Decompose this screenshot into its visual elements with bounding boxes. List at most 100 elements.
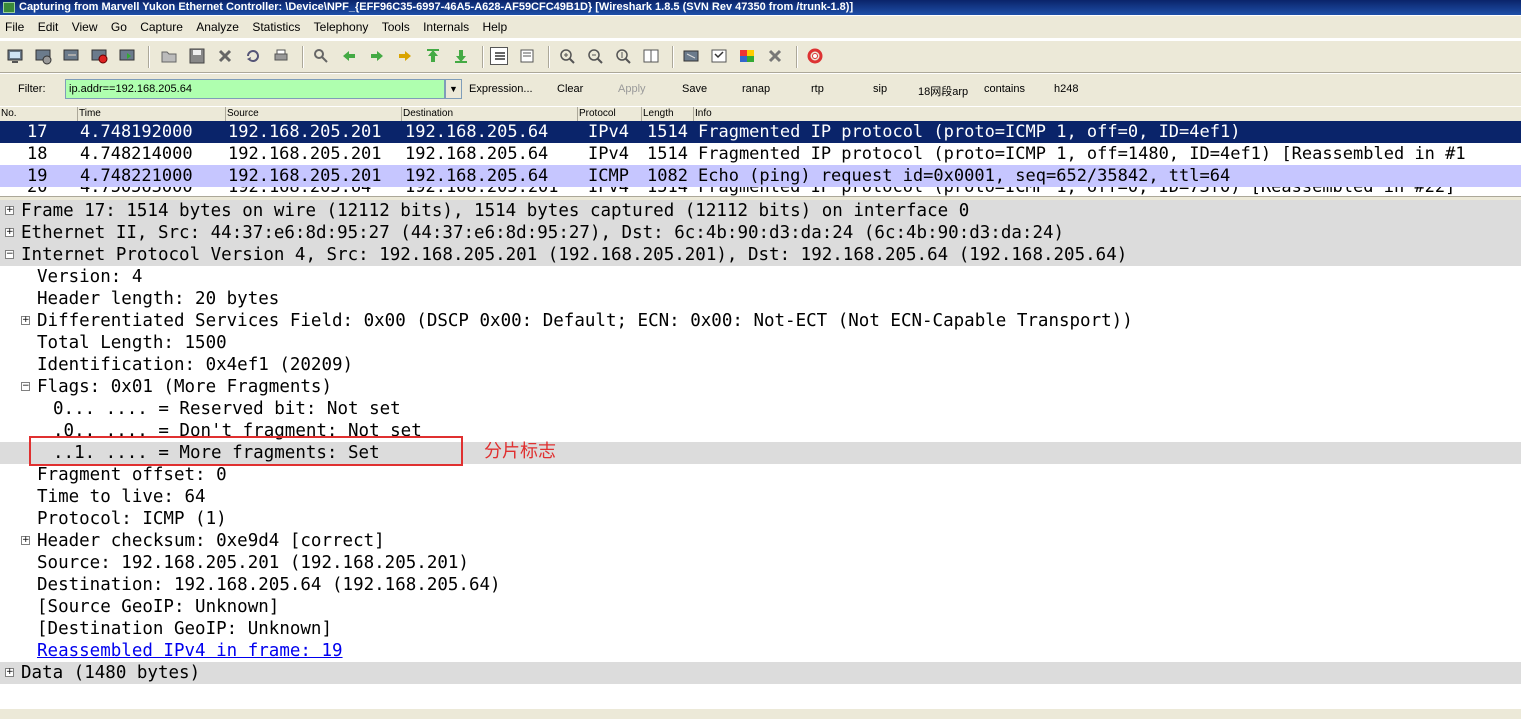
menu-go[interactable]: Go xyxy=(106,16,132,38)
detail-line[interactable]: + Data (1480 bytes) xyxy=(0,662,1521,684)
column-header-source[interactable]: Source xyxy=(225,107,259,121)
capture-filters-icon[interactable] xyxy=(682,47,700,65)
preferences-icon[interactable] xyxy=(766,47,784,65)
detail-text: [Destination GeoIP: Unknown] xyxy=(37,619,333,639)
reassembled-frame-link[interactable]: Reassembled IPv4 in frame: 19 xyxy=(37,640,343,662)
zoom-in-icon[interactable] xyxy=(558,47,576,65)
detail-text: Header checksum: 0xe9d4 [correct] xyxy=(37,531,385,551)
resize-columns-icon[interactable] xyxy=(642,47,660,65)
detail-line[interactable]: + Header checksum: 0xe9d4 [correct] xyxy=(0,530,1521,552)
detail-line[interactable]: + Differentiated Services Field: 0x00 (DS… xyxy=(0,310,1521,332)
detail-line[interactable]: 0... .... = Reserved bit: Not set xyxy=(0,398,1521,420)
go-to-packet-icon[interactable] xyxy=(396,47,414,65)
find-packet-icon[interactable] xyxy=(312,47,330,65)
zoom-out-icon[interactable] xyxy=(586,47,604,65)
menu-edit[interactable]: Edit xyxy=(33,16,64,38)
packet-row[interactable]: 19 4.748221000 192.168.205.201 192.168.2… xyxy=(0,165,1521,187)
go-back-icon[interactable] xyxy=(340,47,358,65)
detail-line[interactable]: [Destination GeoIP: Unknown] xyxy=(0,618,1521,640)
packet-row[interactable]: 18 4.748214000 192.168.205.201 192.168.2… xyxy=(0,143,1521,165)
expand-icon[interactable]: + xyxy=(21,536,30,545)
filter-button-contains[interactable]: contains xyxy=(984,83,1025,95)
menu-file[interactable]: File xyxy=(0,16,29,38)
collapse-icon[interactable]: − xyxy=(21,382,30,391)
toolbar-separator xyxy=(302,46,304,68)
column-header-info[interactable]: Info xyxy=(693,107,712,121)
open-file-icon[interactable] xyxy=(160,47,178,65)
apply-button[interactable]: Apply xyxy=(618,83,646,95)
detail-line[interactable]: Identification: 0x4ef1 (20209) xyxy=(0,354,1521,376)
detail-line[interactable]: − Internet Protocol Version 4, Src: 192.1… xyxy=(0,244,1521,266)
menu-view[interactable]: View xyxy=(67,16,103,38)
detail-line[interactable]: Fragment offset: 0 xyxy=(0,464,1521,486)
start-capture-icon[interactable] xyxy=(62,47,80,65)
cell-info: Fragmented IP protocol (proto=ICMP 1, of… xyxy=(698,144,1466,164)
auto-scroll-icon[interactable] xyxy=(518,47,536,65)
menu-capture[interactable]: Capture xyxy=(135,16,188,38)
collapse-icon[interactable]: − xyxy=(5,250,14,259)
menu-telephony[interactable]: Telephony xyxy=(309,16,374,38)
detail-line[interactable]: − Flags: 0x01 (More Fragments) xyxy=(0,376,1521,398)
detail-line[interactable]: Time to live: 64 xyxy=(0,486,1521,508)
restart-capture-icon[interactable] xyxy=(118,47,136,65)
display-filter-input[interactable]: ip.addr==192.168.205.64 xyxy=(65,79,445,99)
filter-button-ranap[interactable]: ranap xyxy=(742,83,770,95)
reload-icon[interactable] xyxy=(244,47,262,65)
print-icon[interactable] xyxy=(272,47,290,65)
stop-capture-icon[interactable] xyxy=(90,47,108,65)
expand-icon[interactable]: + xyxy=(21,316,30,325)
detail-line[interactable]: Total Length: 1500 xyxy=(0,332,1521,354)
detail-text: Data (1480 bytes) xyxy=(21,663,201,683)
column-header-time[interactable]: Time xyxy=(77,107,101,121)
detail-text: Protocol: ICMP (1) xyxy=(37,509,227,529)
menu-statistics[interactable]: Statistics xyxy=(247,16,305,38)
go-forward-icon[interactable] xyxy=(368,47,386,65)
detail-line[interactable]: Header length: 20 bytes xyxy=(0,288,1521,310)
clear-button[interactable]: Clear xyxy=(557,83,583,95)
filter-button-18-arp[interactable]: 18网段arp xyxy=(918,83,968,99)
packet-row[interactable]: 17 4.748192000 192.168.205.201 192.168.2… xyxy=(0,121,1521,143)
detail-line[interactable]: Protocol: ICMP (1) xyxy=(0,508,1521,530)
help-icon[interactable] xyxy=(806,47,824,65)
column-header-no[interactable]: No. xyxy=(0,107,17,121)
filter-history-dropdown[interactable]: ▼ xyxy=(445,79,462,99)
expression-button[interactable]: Expression... xyxy=(469,83,533,95)
detail-text: Ethernet II, Src: 44:37:e6:8d:95:27 (44:… xyxy=(21,223,1065,243)
save-file-icon[interactable] xyxy=(188,47,206,65)
detail-line[interactable]: Destination: 192.168.205.64 (192.168.205… xyxy=(0,574,1521,596)
column-header-destination[interactable]: Destination xyxy=(401,107,453,121)
expand-icon[interactable]: + xyxy=(5,206,14,215)
display-filters-icon[interactable] xyxy=(710,47,728,65)
menu-tools[interactable]: Tools xyxy=(377,16,415,38)
menu-analyze[interactable]: Analyze xyxy=(191,16,244,38)
colorize-icon[interactable] xyxy=(490,47,508,65)
detail-line[interactable]: Version: 4 xyxy=(0,266,1521,288)
filter-button-h248[interactable]: h248 xyxy=(1054,83,1078,95)
detail-line[interactable]: Source: 192.168.205.201 (192.168.205.201… xyxy=(0,552,1521,574)
filter-button-sip[interactable]: sip xyxy=(873,83,887,95)
detail-text: Internet Protocol Version 4, Src: 192.16… xyxy=(21,245,1128,265)
expand-icon[interactable]: + xyxy=(5,228,14,237)
filter-button-rtp[interactable]: rtp xyxy=(811,83,824,95)
interface-list-icon[interactable] xyxy=(6,47,24,65)
detail-line[interactable]: + Ethernet II, Src: 44:37:e6:8d:95:27 (44… xyxy=(0,222,1521,244)
close-file-icon[interactable] xyxy=(216,47,234,65)
go-first-icon[interactable] xyxy=(424,47,442,65)
cell-no: 18 xyxy=(27,144,48,164)
expand-icon[interactable]: + xyxy=(5,668,14,677)
go-last-icon[interactable] xyxy=(452,47,470,65)
detail-line[interactable]: [Source GeoIP: Unknown] xyxy=(0,596,1521,618)
detail-line[interactable]: + Frame 17: 1514 bytes on wire (12112 bit… xyxy=(0,200,1521,222)
menu-help[interactable]: Help xyxy=(477,16,512,38)
detail-text: Time to live: 64 xyxy=(37,487,206,507)
detail-text: Header length: 20 bytes xyxy=(37,289,280,309)
column-header-protocol[interactable]: Protocol xyxy=(577,107,616,121)
detail-line[interactable]: Reassembled IPv4 in frame: 19 xyxy=(0,640,1521,662)
zoom-normal-icon[interactable] xyxy=(614,47,632,65)
capture-options-icon[interactable] xyxy=(34,47,52,65)
column-header-length[interactable]: Length xyxy=(641,107,674,121)
menu-internals[interactable]: Internals xyxy=(418,16,474,38)
coloring-rules-icon[interactable] xyxy=(738,47,756,65)
save-filter-button[interactable]: Save xyxy=(682,83,707,95)
toolbar-separator xyxy=(482,46,484,68)
